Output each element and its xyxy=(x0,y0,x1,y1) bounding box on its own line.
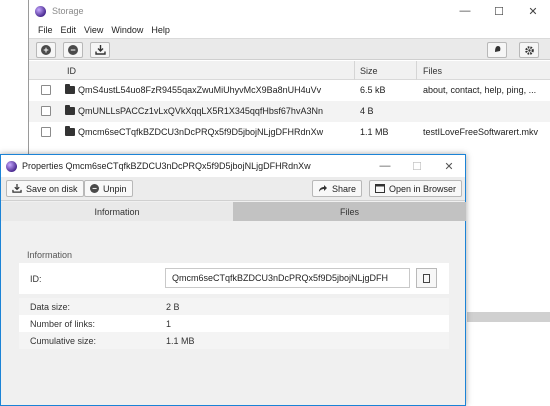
row-id: Qmcm6seCTqfkBZDCU3nDcPRQx5f9D5jbojNLjgDF… xyxy=(78,127,324,137)
app-logo-icon xyxy=(35,5,46,17)
column-divider[interactable] xyxy=(416,61,417,80)
column-divider[interactable] xyxy=(354,61,355,80)
properties-dialog: Properties Qmcm6seCTqfkBZDCU3nDcPRQx5f9D… xyxy=(0,154,466,406)
settings-button[interactable] xyxy=(519,42,539,58)
dialog-titlebar: Properties Qmcm6seCTqfkBZDCU3nDcPRQx5f9D… xyxy=(1,155,465,177)
share-button[interactable]: Share xyxy=(312,180,363,197)
cumulative-size-label: Cumulative size: xyxy=(30,336,97,346)
row-files: about, contact, help, ping, ... xyxy=(423,85,537,95)
close-icon[interactable]: ✕ xyxy=(516,0,550,22)
folder-icon xyxy=(65,84,75,94)
menu-file[interactable]: File xyxy=(34,25,57,35)
row-id: QmUNLLsPACCz1vLxQVkXqqLX5R1X345qqfHbsf67… xyxy=(78,106,323,116)
col-id-header[interactable]: ID xyxy=(67,66,76,76)
dialog-tabs: Information Files xyxy=(1,202,466,221)
property-row-links: Number of links: 1 xyxy=(19,315,449,332)
copy-button[interactable] xyxy=(416,268,437,288)
table-row[interactable]: QmS4ustL54uo8FzR9455qaxZwuMiUhyvMcX9Ba8n… xyxy=(29,80,550,101)
gear-icon xyxy=(524,45,534,55)
row-checkbox[interactable] xyxy=(41,106,51,116)
folder-icon xyxy=(65,126,75,136)
remove-button[interactable]: − xyxy=(63,42,83,58)
download-icon xyxy=(12,184,22,193)
data-size-value: 2 B xyxy=(166,302,180,312)
menu-bar: File Edit View Window Help xyxy=(29,22,174,38)
minimize-icon[interactable]: — xyxy=(448,0,482,22)
table-row[interactable]: Qmcm6seCTqfkBZDCU3nDcPRQx5f9D5jbojNLjgDF… xyxy=(29,122,550,143)
row-checkbox[interactable] xyxy=(41,85,51,95)
add-button[interactable]: + xyxy=(36,42,56,58)
property-row-id: ID: Qmcm6seCTqfkBZDCU3nDcPRQx5f9D5jbojNL… xyxy=(19,263,449,294)
table-header: ID Size Files xyxy=(29,61,550,80)
tab-files[interactable]: Files xyxy=(233,202,466,221)
id-label: ID: xyxy=(30,274,42,284)
dialog-window-controls: — ☐ ✕ xyxy=(369,155,465,177)
window-title: Storage xyxy=(52,6,84,16)
property-row-data-size: Data size: 2 B xyxy=(19,298,449,315)
data-size-label: Data size: xyxy=(30,302,71,312)
minus-circle-icon: − xyxy=(90,184,99,193)
main-toolbar: + − xyxy=(29,38,550,60)
close-icon[interactable]: ✕ xyxy=(433,155,465,177)
open-in-browser-button[interactable]: Open in Browser xyxy=(369,180,463,197)
menu-help[interactable]: Help xyxy=(147,25,174,35)
links-value: 1 xyxy=(166,319,172,329)
id-field[interactable]: Qmcm6seCTqfkBZDCU3nDcPRQx5f9D5jbojNLjgDF… xyxy=(165,268,410,288)
row-checkbox[interactable] xyxy=(41,127,51,137)
col-files-header[interactable]: Files xyxy=(423,66,442,76)
row-id: QmS4ustL54uo8FzR9455qaxZwuMiUhyvMcX9Ba8n… xyxy=(78,85,322,95)
pin-icon xyxy=(493,46,501,54)
menu-window[interactable]: Window xyxy=(107,25,147,35)
share-label: Share xyxy=(332,183,357,194)
window-controls: — ☐ ✕ xyxy=(448,0,550,22)
row-size: 4 B xyxy=(360,106,374,116)
plus-icon: + xyxy=(41,45,51,55)
unpin-button[interactable]: − Unpin xyxy=(84,180,133,197)
browser-icon xyxy=(375,184,385,193)
row-size: 6.5 kB xyxy=(360,85,386,95)
menu-view[interactable]: View xyxy=(80,25,107,35)
dialog-toolbar: Save on disk − Unpin Share Open in Brows… xyxy=(1,177,465,201)
pin-button[interactable] xyxy=(487,42,507,58)
table-row[interactable]: QmUNLLsPACCz1vLxQVkXqqLX5R1X345qqfHbsf67… xyxy=(29,101,550,122)
status-strip xyxy=(467,312,550,322)
unpin-label: Unpin xyxy=(103,183,127,194)
minus-icon: − xyxy=(68,45,78,55)
section-title: Information xyxy=(27,250,73,260)
row-files: testILoveFreeSoftwarert.mkv xyxy=(423,127,539,137)
row-size: 1.1 MB xyxy=(360,127,389,137)
dialog-title: Properties Qmcm6seCTqfkBZDCU3nDcPRQx5f9D… xyxy=(22,161,311,171)
open-in-browser-label: Open in Browser xyxy=(389,183,457,194)
share-icon xyxy=(318,184,328,193)
minimize-icon[interactable]: — xyxy=(369,155,401,177)
menu-edit[interactable]: Edit xyxy=(57,25,81,35)
col-size-header[interactable]: Size xyxy=(360,66,378,76)
app-logo-icon xyxy=(6,160,17,172)
save-on-disk-button[interactable]: Save on disk xyxy=(6,180,84,197)
cumulative-size-value: 1.1 MB xyxy=(166,336,195,346)
maximize-icon[interactable]: ☐ xyxy=(482,0,516,22)
save-on-disk-label: Save on disk xyxy=(26,183,78,194)
maximize-icon: ☐ xyxy=(412,160,422,173)
links-label: Number of links: xyxy=(30,319,96,329)
folder-icon xyxy=(65,105,75,115)
main-titlebar: Storage — ☐ ✕ xyxy=(29,0,550,22)
property-row-cumulative-size: Cumulative size: 1.1 MB xyxy=(19,332,449,349)
download-button[interactable] xyxy=(90,42,110,58)
download-icon xyxy=(94,45,106,55)
tab-information[interactable]: Information xyxy=(1,202,233,221)
copy-icon xyxy=(423,273,430,283)
